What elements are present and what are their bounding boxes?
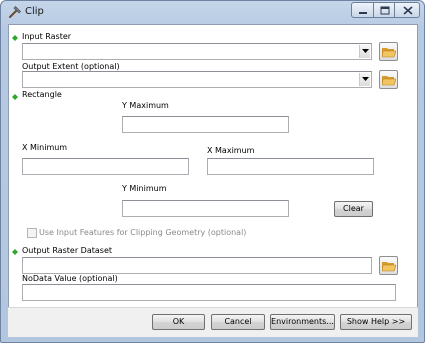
- folder-icon: [382, 48, 396, 58]
- nodata-input[interactable]: [22, 284, 396, 301]
- environments-button[interactable]: Environments...: [270, 314, 335, 330]
- ok-button[interactable]: OK: [152, 314, 205, 330]
- folder-icon: [382, 262, 396, 272]
- use-input-features-checkbox[interactable]: [27, 228, 37, 238]
- maximize-icon: [380, 6, 390, 15]
- minimize-icon: [359, 12, 367, 14]
- rectangle-label: Rectangle: [22, 90, 62, 99]
- output-raster-browse-button[interactable]: [379, 256, 398, 275]
- y-minimum-input[interactable]: [122, 200, 289, 217]
- close-button[interactable]: [394, 2, 420, 18]
- required-marker-icon: [12, 94, 18, 100]
- title-bar[interactable]: Clip: [1, 1, 424, 23]
- input-raster-dropdown-button[interactable]: [359, 45, 370, 58]
- close-icon: [403, 6, 413, 15]
- window-title: Clip: [25, 6, 44, 17]
- output-extent-dropdown-button[interactable]: [359, 73, 370, 86]
- window-controls: [351, 2, 420, 18]
- x-minimum-input[interactable]: [22, 158, 189, 175]
- output-extent-combobox[interactable]: [22, 71, 372, 88]
- output-raster-input[interactable]: [22, 257, 372, 274]
- output-extent-browse-button[interactable]: [379, 70, 398, 89]
- required-marker-icon: [12, 249, 18, 255]
- y-maximum-input[interactable]: [122, 116, 289, 133]
- y-maximum-label: Y Maximum: [122, 101, 169, 110]
- hammer-icon: [8, 5, 22, 19]
- required-marker-icon: [12, 35, 18, 41]
- maximize-button[interactable]: [373, 2, 395, 18]
- cancel-button[interactable]: Cancel: [211, 314, 265, 330]
- minimize-button[interactable]: [351, 2, 374, 18]
- show-help-button[interactable]: Show Help >>: [340, 314, 412, 330]
- input-raster-combobox[interactable]: [22, 43, 372, 60]
- x-minimum-label: X Minimum: [22, 143, 68, 152]
- output-raster-label: Output Raster Dataset: [22, 246, 113, 255]
- y-minimum-label: Y Minimum: [122, 184, 167, 193]
- use-input-features-label: Use Input Features for Clipping Geometry…: [39, 228, 247, 237]
- output-extent-label: Output Extent (optional): [22, 62, 120, 71]
- chevron-down-icon: [362, 77, 369, 81]
- chevron-down-icon: [362, 49, 369, 53]
- clip-dialog-window: Clip Input Raster Output Extent (optiona…: [0, 0, 425, 343]
- x-maximum-input[interactable]: [207, 158, 374, 175]
- clear-button[interactable]: Clear: [334, 201, 373, 217]
- input-raster-browse-button[interactable]: [379, 42, 398, 61]
- input-raster-label: Input Raster: [22, 32, 72, 41]
- x-maximum-label: X Maximum: [207, 146, 255, 155]
- folder-icon: [382, 76, 396, 86]
- nodata-label: NoData Value (optional): [22, 274, 118, 283]
